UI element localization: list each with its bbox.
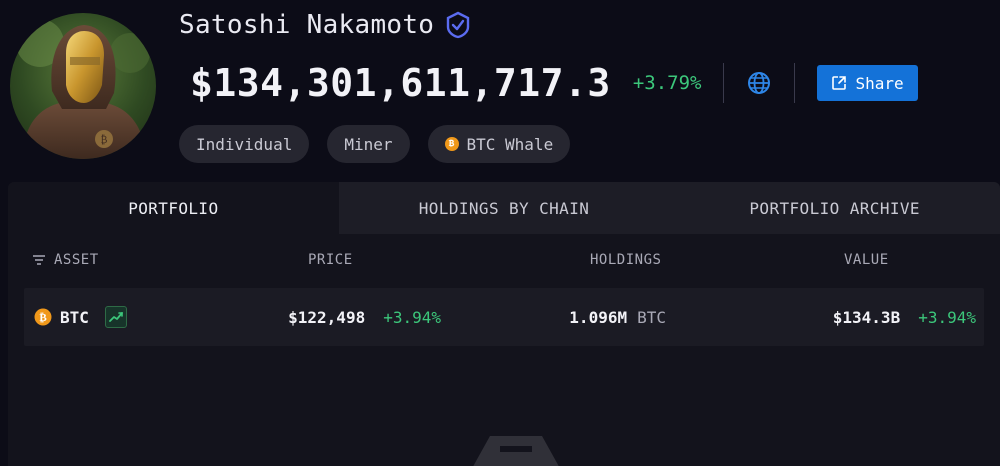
profile-name-row: Satoshi Nakamoto (179, 10, 472, 40)
tab-bar: PORTFOLIO HOLDINGS BY CHAIN PORTFOLIO AR… (8, 182, 1000, 234)
holding-value: $134.3B (832, 307, 901, 327)
tag-miner[interactable]: Miner (327, 125, 410, 163)
net-worth-value: $134,301,611,717.3 (190, 61, 611, 105)
value-cell: $134.3B +3.94% (833, 288, 976, 346)
share-icon (831, 75, 847, 91)
value-change: +3.94% (918, 307, 976, 327)
column-header-holdings[interactable]: HOLDINGS (590, 252, 661, 268)
net-worth-change: +3.79% (632, 72, 702, 94)
watermark-logo (460, 432, 572, 466)
table-header: ASSET PRICE HOLDINGS VALUE (8, 234, 1000, 288)
svg-text:₿: ₿ (101, 134, 108, 146)
holdings-unit: BTC (637, 307, 666, 327)
column-header-value[interactable]: VALUE (844, 252, 889, 268)
tab-portfolio-archive[interactable]: PORTFOLIO ARCHIVE (669, 182, 1000, 234)
avatar: ₿ (10, 13, 156, 159)
net-worth-row: $134,301,611,717.3 +3.79% Share (190, 58, 918, 108)
tag-label: BTC Whale (466, 134, 554, 154)
btc-coin-icon: ₿ (34, 308, 52, 326)
column-header-asset-label: ASSET (54, 252, 99, 268)
tag-individual[interactable]: Individual (179, 125, 310, 163)
svg-text:₿: ₿ (39, 311, 47, 324)
asset-price: $122,498 (288, 307, 366, 327)
holdings-amount: 1.096M (569, 307, 628, 327)
divider (794, 63, 796, 103)
column-header-price[interactable]: PRICE (308, 252, 353, 268)
column-header-asset[interactable]: ASSET (32, 252, 99, 268)
globe-icon[interactable] (746, 70, 772, 96)
divider (723, 63, 725, 103)
entity-tags: Individual Miner ₿ BTC Whale (179, 125, 571, 163)
entity-name: Satoshi Nakamoto (179, 10, 435, 40)
asset-symbol: BTC (60, 307, 89, 327)
table-row[interactable]: ₿ BTC $122,498 +3.94% 1.096M BTC $134.3B… (24, 288, 984, 346)
price-cell: $122,498 +3.94% (288, 288, 441, 346)
tag-btc-whale[interactable]: ₿ BTC Whale (427, 125, 571, 163)
btc-coin-icon: ₿ (444, 137, 459, 151)
tab-holdings-by-chain[interactable]: HOLDINGS BY CHAIN (338, 182, 670, 234)
holdings-cell: 1.096M BTC (569, 288, 666, 346)
tag-label: Individual (196, 134, 293, 154)
verified-badge-icon (444, 11, 472, 39)
tab-portfolio[interactable]: PORTFOLIO (8, 182, 339, 234)
share-button-label: Share (855, 73, 904, 93)
asset-cell: ₿ BTC (34, 288, 127, 346)
portfolio-panel: PORTFOLIO HOLDINGS BY CHAIN PORTFOLIO AR… (8, 182, 1000, 466)
price-change: +3.94% (383, 307, 441, 327)
trend-chart-icon[interactable] (104, 306, 127, 328)
share-button[interactable]: Share (817, 65, 918, 101)
entity-profile-page: ₿ Satoshi Nakamoto $134,301,611,717.3 +3… (0, 0, 1000, 466)
sort-icon (32, 254, 46, 266)
tag-label: Miner (344, 134, 393, 154)
